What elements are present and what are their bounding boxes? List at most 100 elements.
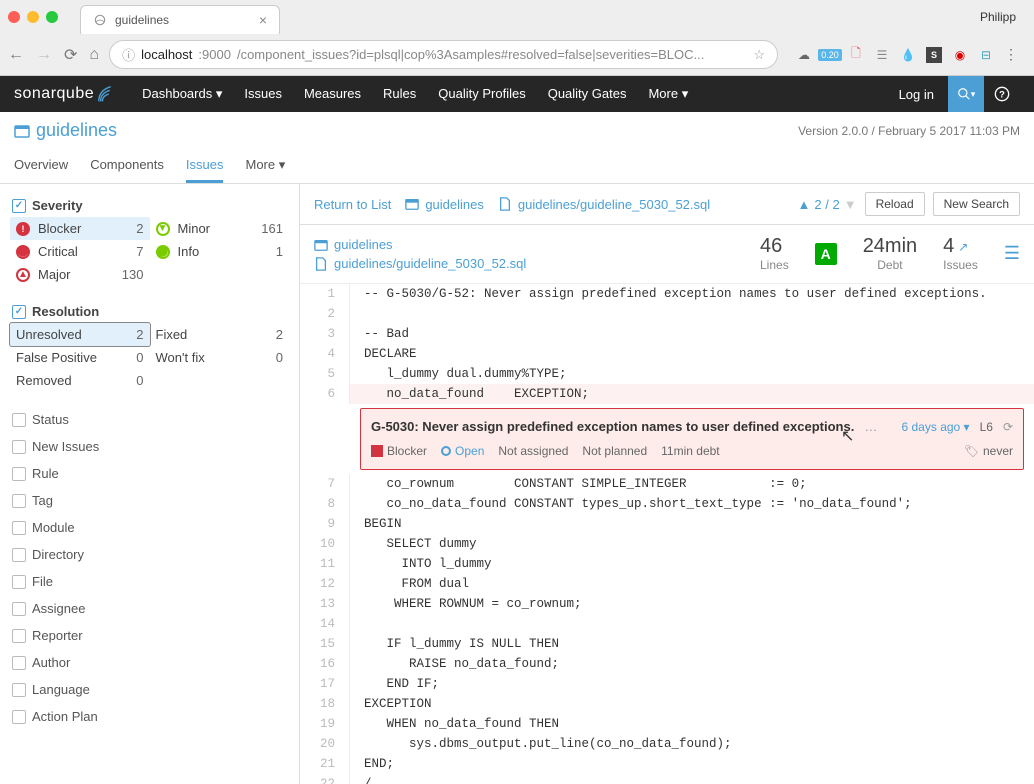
issue-box[interactable]: G-5030: Never assign predefined exceptio… <box>360 408 1024 470</box>
ext-cloud-icon[interactable]: ☁ <box>796 47 812 63</box>
nav-quality-profiles[interactable]: Quality Profiles <box>438 86 525 102</box>
resolution-unresolved-row[interactable]: Unresolved 2 <box>10 323 150 346</box>
issue-debt[interactable]: 11min debt <box>661 441 719 461</box>
more-menu-icon[interactable]: ☰ <box>1004 243 1020 264</box>
tab-components[interactable]: Components <box>90 149 164 183</box>
issue-plan[interactable]: Not planned <box>582 441 647 461</box>
new-search-button[interactable]: New Search <box>933 192 1020 216</box>
issue-title: G-5030: Never assign predefined exceptio… <box>371 417 854 437</box>
nav-issues[interactable]: Issues <box>244 86 282 102</box>
issue-perm-icon[interactable]: ⟳ <box>1003 417 1013 437</box>
severity-critical-row[interactable]: ⬤ Critical 7 <box>10 240 150 263</box>
reload-button[interactable]: Reload <box>865 192 925 216</box>
metric-issues[interactable]: 4 ↗ Issues <box>943 235 978 272</box>
facet-reporter[interactable]: Reporter <box>10 622 289 649</box>
issue-status[interactable]: Open <box>441 441 484 461</box>
extensions: ☁ 0.20 🗋 ☰ 💧 S ◉ ⊟ ⋮ <box>788 46 1026 63</box>
login-link[interactable]: Log in <box>885 87 948 102</box>
resolution-header[interactable]: ✓ Resolution <box>10 300 289 323</box>
facet-file[interactable]: File <box>10 568 289 595</box>
help-icon: ? <box>994 86 1010 102</box>
nav-quality-gates[interactable]: Quality Gates <box>548 86 627 102</box>
rating-badge: A <box>815 243 837 265</box>
back-icon[interactable]: ← <box>8 46 24 64</box>
tab-title: guidelines <box>115 13 169 27</box>
reload-icon[interactable]: ⟳ <box>64 45 77 65</box>
project-title[interactable]: guidelines <box>14 120 117 141</box>
sq-nav: Dashboards ▾ Issues Measures Rules Quali… <box>142 86 688 102</box>
tab-more[interactable]: More ▾ <box>245 149 285 183</box>
severity-header[interactable]: ✓ Severity <box>10 194 289 217</box>
bookmark-icon[interactable]: ☆ <box>753 47 765 63</box>
facet-status[interactable]: Status <box>10 406 289 433</box>
code-line: 15 IF l_dummy IS NULL THEN <box>300 634 1034 654</box>
critical-icon: ⬤ <box>16 245 30 259</box>
tab-issues[interactable]: Issues <box>186 149 224 183</box>
code-line: 16 RAISE no_data_found; <box>300 654 1034 674</box>
nav-rules[interactable]: Rules <box>383 86 416 102</box>
pager[interactable]: ▲ 2 / 2 ▼ <box>798 197 857 212</box>
code-line: 4DECLARE <box>300 344 1034 364</box>
forward-icon[interactable]: → <box>36 46 52 64</box>
minimize-window-icon[interactable] <box>27 11 39 23</box>
facet-assignee[interactable]: Assignee <box>10 595 289 622</box>
facet-directory[interactable]: Directory <box>10 541 289 568</box>
maximize-window-icon[interactable] <box>46 11 58 23</box>
ext-readability-icon[interactable]: ◉ <box>952 47 968 63</box>
severity-minor-row[interactable]: ▼ Minor 161 <box>150 217 290 240</box>
resolution-wontfix-row[interactable]: Won't fix 0 <box>150 346 290 369</box>
issue-age[interactable]: 6 days ago ▾ <box>902 417 970 437</box>
code-line: 1-- G-5030/G-52: Never assign predefined… <box>300 284 1034 304</box>
resolution-false-positive-row[interactable]: False Positive 0 <box>10 346 150 369</box>
severity-blocker-row[interactable]: ! Blocker 2 <box>10 217 150 240</box>
crumb-project[interactable]: guidelines <box>405 197 484 212</box>
issue-tags[interactable]: 🏷 never <box>964 441 1013 461</box>
nav-dashboards[interactable]: Dashboards ▾ <box>142 86 222 102</box>
url-bar[interactable]: ⓘ localhost:9000/component_issues?id=pls… <box>109 40 778 69</box>
file-path[interactable]: guidelines/guideline_5030_52.sql <box>314 254 526 273</box>
home-icon[interactable]: ⌂ <box>89 46 99 64</box>
issue-more-icon[interactable]: … <box>864 417 877 437</box>
search-button[interactable]: ▾ <box>948 76 984 112</box>
facet-new-issues[interactable]: New Issues <box>10 433 289 460</box>
facet-module[interactable]: Module <box>10 514 289 541</box>
help-button[interactable]: ? <box>984 76 1020 112</box>
url-port: :9000 <box>198 47 231 62</box>
nav-more[interactable]: More ▾ <box>648 86 688 102</box>
profile-name[interactable]: Philipp <box>980 10 1026 24</box>
facet-author[interactable]: Author <box>10 649 289 676</box>
issue-severity[interactable]: ! Blocker <box>371 441 427 461</box>
url-host: localhost <box>141 47 192 62</box>
tab-overview[interactable]: Overview <box>14 149 68 183</box>
project-header: guidelines Version 2.0.0 / February 5 20… <box>0 112 1034 149</box>
checkbox-icon <box>12 494 26 508</box>
ext-raindrop-icon[interactable]: 💧 <box>900 47 916 63</box>
browser-tab[interactable]: guidelines × <box>80 5 280 34</box>
severity-major-row[interactable]: ▲ Major 130 <box>10 263 150 286</box>
severity-info-row[interactable]: ⬤ Info 1 <box>150 240 290 263</box>
menu-icon[interactable]: ⋮ <box>1004 46 1018 63</box>
ext-onetab-icon[interactable]: ⊟ <box>978 47 994 63</box>
ext-badge-icon[interactable]: 0.20 <box>822 47 838 63</box>
crumb-file[interactable]: guidelines/guideline_5030_52.sql <box>498 197 710 212</box>
issue-line: L6 <box>980 417 993 437</box>
file-project-crumb[interactable]: guidelines <box>314 235 526 254</box>
close-window-icon[interactable] <box>8 11 20 23</box>
resolution-fixed-row[interactable]: Fixed 2 <box>150 323 290 346</box>
facet-rule[interactable]: Rule <box>10 460 289 487</box>
return-link[interactable]: Return to List <box>314 197 391 212</box>
facet-language[interactable]: Language <box>10 676 289 703</box>
facet-tag[interactable]: Tag <box>10 487 289 514</box>
code-line: 5 l_dummy dual.dummy%TYPE; <box>300 364 1034 384</box>
sonarqube-logo[interactable]: sonarqube <box>14 83 118 105</box>
issue-assignee[interactable]: Not assigned <box>498 441 568 461</box>
window-controls[interactable] <box>8 11 58 23</box>
nav-measures[interactable]: Measures <box>304 86 361 102</box>
ext-evernote-icon[interactable]: ☰ <box>874 47 890 63</box>
ext-sq-icon[interactable]: S <box>926 47 942 63</box>
tab-close-icon[interactable]: × <box>259 12 267 28</box>
info-icon[interactable]: ⓘ <box>122 45 135 64</box>
facet-action-plan[interactable]: Action Plan <box>10 703 289 730</box>
resolution-removed-row[interactable]: Removed 0 <box>10 369 150 392</box>
ext-pocket-icon[interactable]: 🗋 <box>848 47 864 63</box>
